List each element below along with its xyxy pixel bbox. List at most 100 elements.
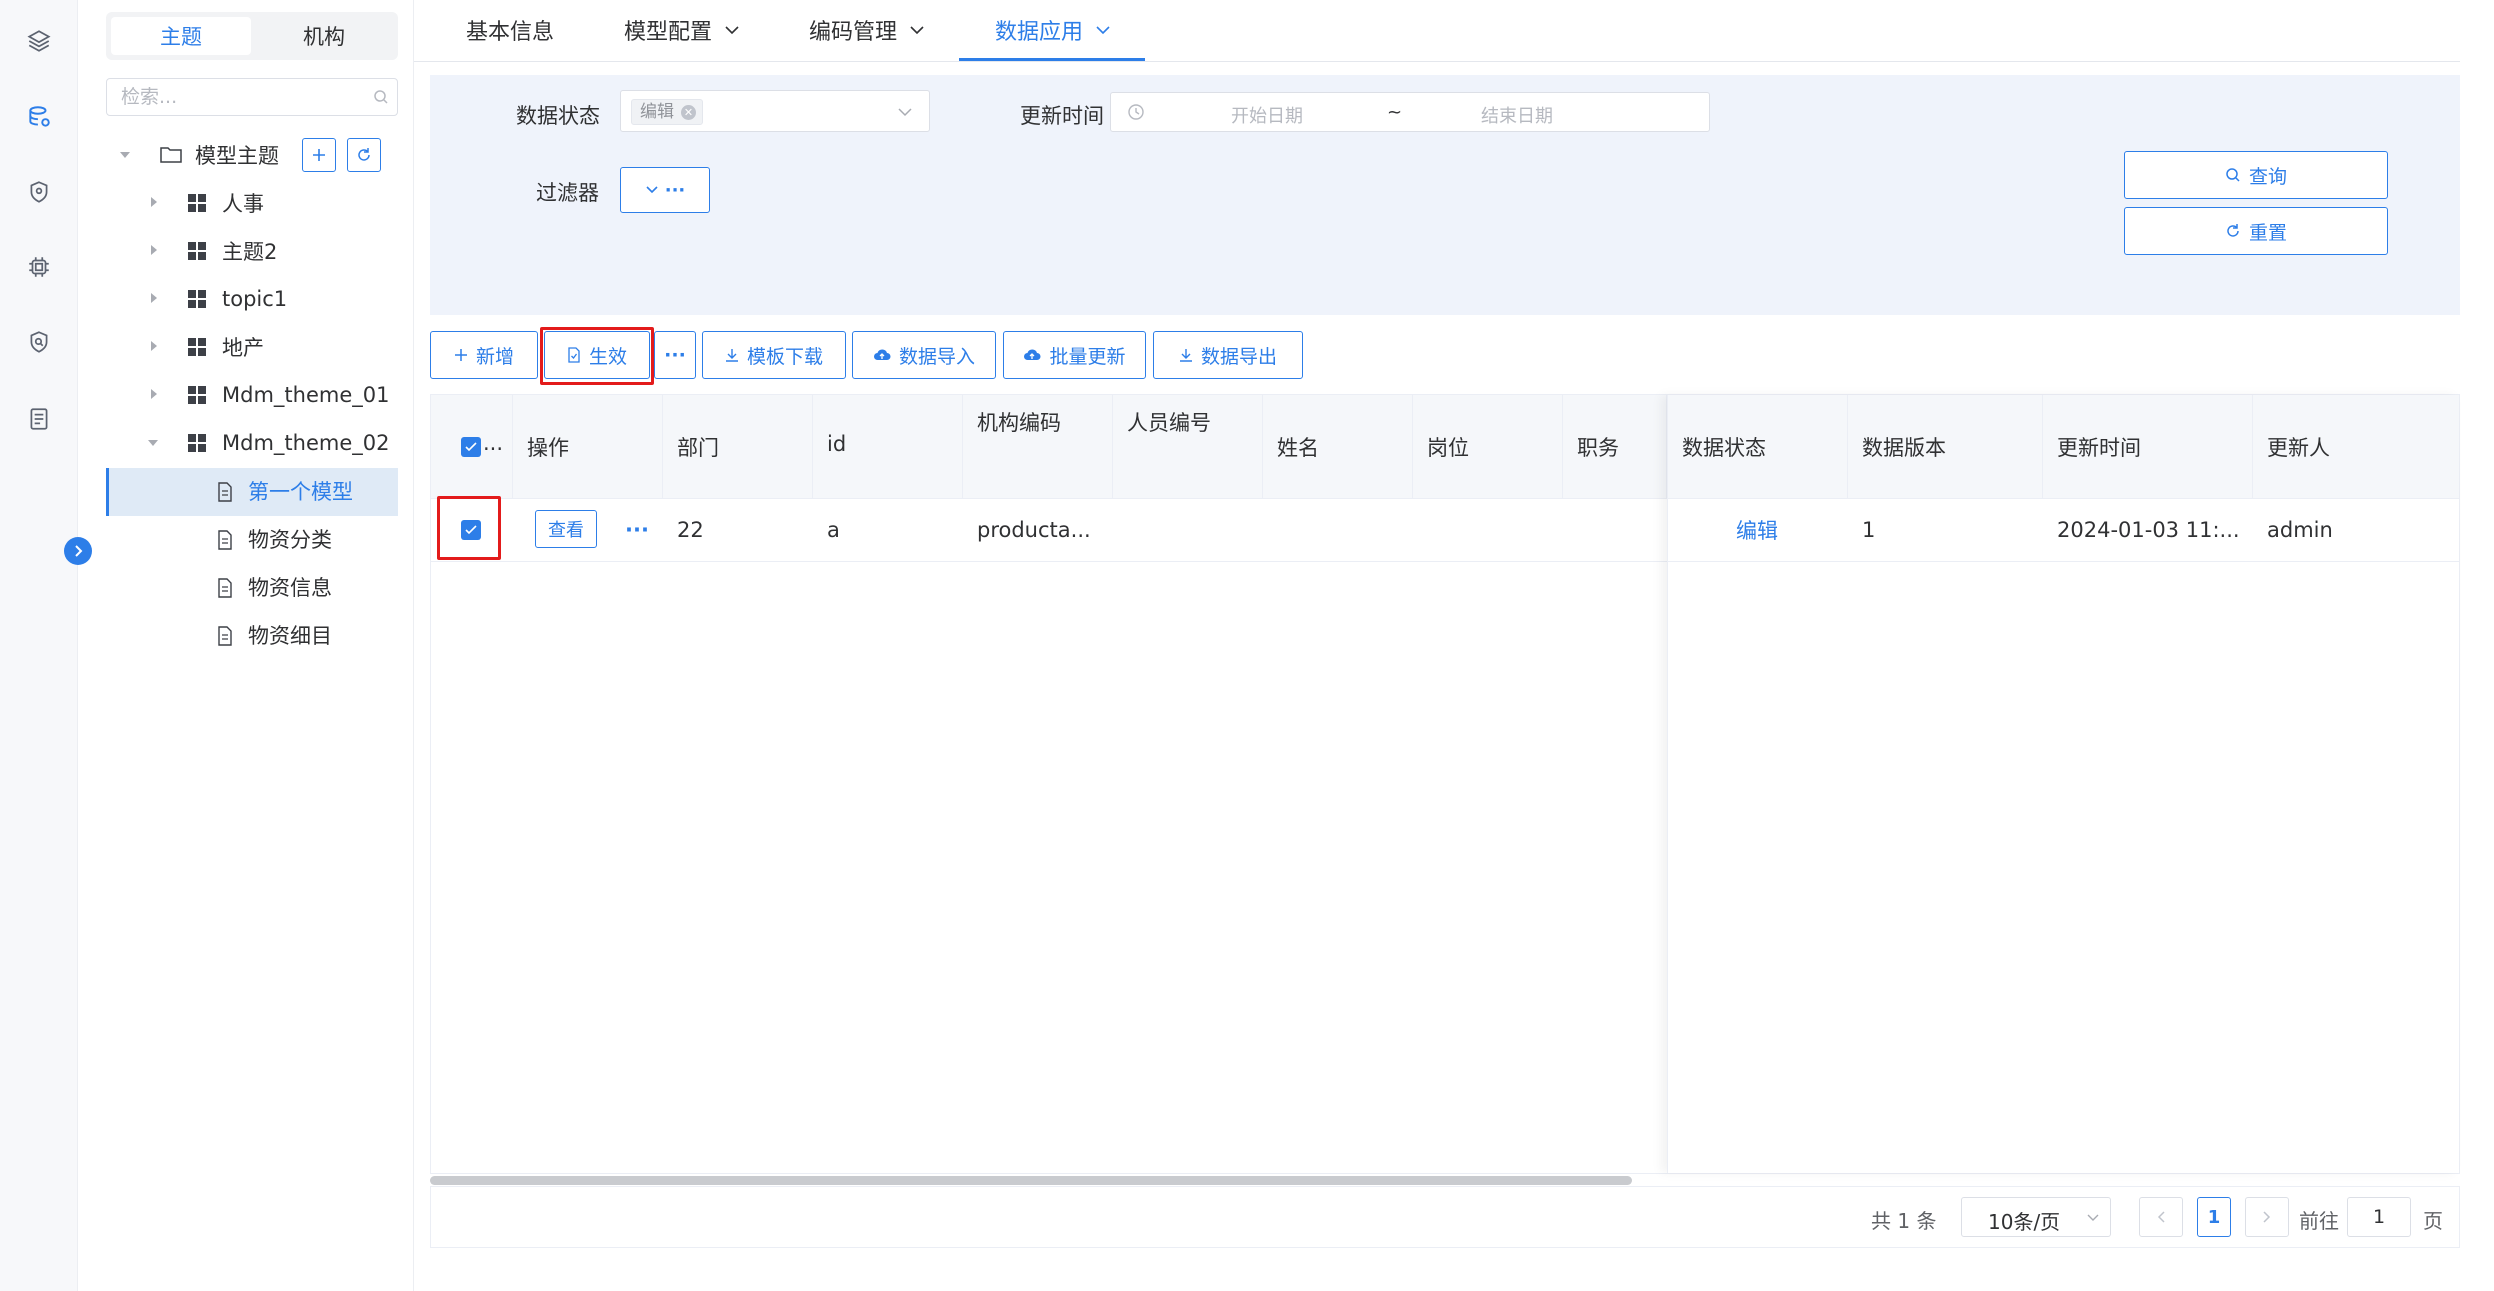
clock-icon [1128, 104, 1144, 120]
view-button[interactable]: 查看 [535, 510, 597, 548]
close-icon[interactable]: ✕ [681, 105, 696, 120]
tree-node[interactable]: topic1 [222, 277, 287, 321]
tab-label: 模型配置 [624, 20, 713, 45]
tree-search-input[interactable]: 检索... [106, 78, 398, 116]
shield-search-icon[interactable] [22, 325, 56, 359]
caret-right-icon[interactable] [151, 389, 157, 399]
layers-icon[interactable] [22, 24, 56, 58]
tree-node[interactable]: 地产 [222, 325, 264, 369]
cell-dept: 22 [677, 518, 704, 542]
data-import-button[interactable]: 数据导入 [852, 331, 996, 379]
end-date-placeholder[interactable]: 结束日期 [1481, 102, 1553, 128]
tree-node[interactable]: Mdm_theme_01 [222, 373, 389, 417]
column-header: id [827, 432, 847, 456]
next-page-button[interactable] [2245, 1197, 2289, 1237]
add-button[interactable]: 新增 [430, 331, 538, 379]
tab-bar: 基本信息 模型配置 编码管理 数据应用 [414, 0, 2460, 62]
pagination: 共 1 条 10条/页 1 前往 1 页 [430, 1186, 2460, 1248]
caret-right-icon[interactable] [151, 293, 157, 303]
tab-label: 基本信息 [466, 20, 555, 45]
total-count: 共 1 条 [1871, 1209, 1937, 1233]
state-select[interactable]: 编辑 ✕ [620, 90, 930, 132]
add-node-button[interactable] [302, 138, 336, 172]
refresh-tree-button[interactable] [347, 138, 381, 172]
col-updater[interactable]: 更新人 [2253, 395, 2459, 499]
shield-location-icon[interactable] [22, 175, 56, 209]
query-button[interactable]: 查询 [2124, 151, 2388, 199]
col-person-no[interactable]: 人员编号 [1113, 395, 1263, 499]
refresh-icon [358, 148, 370, 161]
expand-sidebar-button[interactable] [64, 537, 92, 565]
cell-name [1263, 499, 1277, 561]
batch-update-button[interactable]: 批量更新 [1003, 331, 1146, 379]
tree-node[interactable]: 人事 [222, 181, 264, 225]
check-icon [465, 442, 477, 452]
database-icon[interactable] [22, 100, 56, 134]
select-header-text: ... [483, 431, 504, 455]
data-export-button[interactable]: 数据导出 [1153, 331, 1303, 379]
caret-right-icon[interactable] [151, 341, 157, 351]
column-header: 职务 [1577, 436, 1619, 460]
col-duty[interactable]: 职务 [1563, 395, 1667, 499]
tab-basic-info[interactable]: 基本信息 [466, 0, 554, 60]
tab-code-manage[interactable]: 编码管理 [809, 0, 925, 60]
query-label: 查询 [2248, 165, 2287, 188]
filter-dropdown-button[interactable]: ··· [620, 167, 710, 213]
download-icon [1179, 349, 1192, 362]
col-post[interactable]: 岗位 [1413, 395, 1563, 499]
template-download-button[interactable]: 模板下载 [702, 331, 846, 379]
caret-right-icon[interactable] [151, 245, 157, 255]
date-range-picker[interactable]: 开始日期 ~ 结束日期 [1110, 92, 1710, 132]
cell-status[interactable]: 编辑 [1722, 499, 1778, 561]
col-data-version[interactable]: 数据版本 [1848, 395, 2043, 499]
column-header: 更新人 [2267, 436, 2330, 460]
column-header: 数据版本 [1862, 436, 1946, 460]
refresh-icon [2227, 224, 2239, 237]
reset-button[interactable]: 重置 [2124, 207, 2388, 255]
chevron-down-icon [898, 108, 912, 117]
chip-icon[interactable] [22, 250, 56, 284]
document-list-icon[interactable] [22, 402, 56, 436]
start-date-placeholder[interactable]: 开始日期 [1231, 102, 1303, 128]
select-all-checkbox[interactable] [461, 437, 481, 457]
tab-data-app[interactable]: 数据应用 [995, 0, 1111, 60]
caret-right-icon[interactable] [151, 197, 157, 207]
cell-updater: admin [2267, 518, 2333, 542]
plus-icon [454, 349, 467, 361]
chevron-down-icon [1096, 26, 1110, 35]
page-size-select[interactable]: 10条/页 [1961, 1197, 2111, 1237]
col-name[interactable]: 姓名 [1263, 395, 1413, 499]
page-number-current[interactable]: 1 [2197, 1197, 2231, 1237]
add-label: 新增 [475, 345, 514, 368]
col-dept[interactable]: 部门 [663, 395, 813, 499]
prev-page-button[interactable] [2139, 1197, 2183, 1237]
tree-leaf[interactable]: 物资分类 [248, 517, 332, 561]
tree-leaf[interactable]: 物资信息 [248, 565, 332, 609]
cell-org-code: producta... [977, 518, 1091, 542]
more-actions-button[interactable]: ··· [654, 331, 696, 379]
tree-node[interactable]: 主题2 [222, 229, 277, 273]
tree-leaf[interactable]: 物资细目 [248, 613, 332, 657]
col-org-code[interactable]: 机构编码 [963, 395, 1113, 499]
tree-root-label[interactable]: 模型主题 [195, 133, 279, 177]
goto-page-input[interactable]: 1 [2347, 1197, 2411, 1237]
segment-topic[interactable]: 主题 [111, 17, 251, 55]
segment-org[interactable]: 机构 [254, 17, 394, 55]
tree-node[interactable]: Mdm_theme_02 [222, 421, 389, 465]
row-more-button[interactable]: ··· [611, 499, 649, 561]
tree-leaf-selected[interactable]: 第一个模型 [248, 469, 353, 513]
chevron-left-icon [2157, 1211, 2165, 1223]
grid-icon [188, 194, 206, 212]
caret-down-icon[interactable] [120, 152, 130, 158]
col-updated-time[interactable]: 更新时间 [2043, 395, 2253, 499]
grid-icon [188, 242, 206, 260]
horizontal-scrollbar[interactable] [430, 1176, 1632, 1185]
download-icon [725, 349, 738, 362]
reset-label: 重置 [2248, 221, 2287, 244]
cell-duty [1563, 499, 1577, 561]
tab-model-config[interactable]: 模型配置 [624, 0, 740, 60]
search-icon [2226, 168, 2240, 182]
col-data-status[interactable]: 数据状态 [1668, 395, 1848, 499]
caret-down-icon[interactable] [148, 440, 158, 446]
col-id[interactable]: id [813, 395, 963, 499]
